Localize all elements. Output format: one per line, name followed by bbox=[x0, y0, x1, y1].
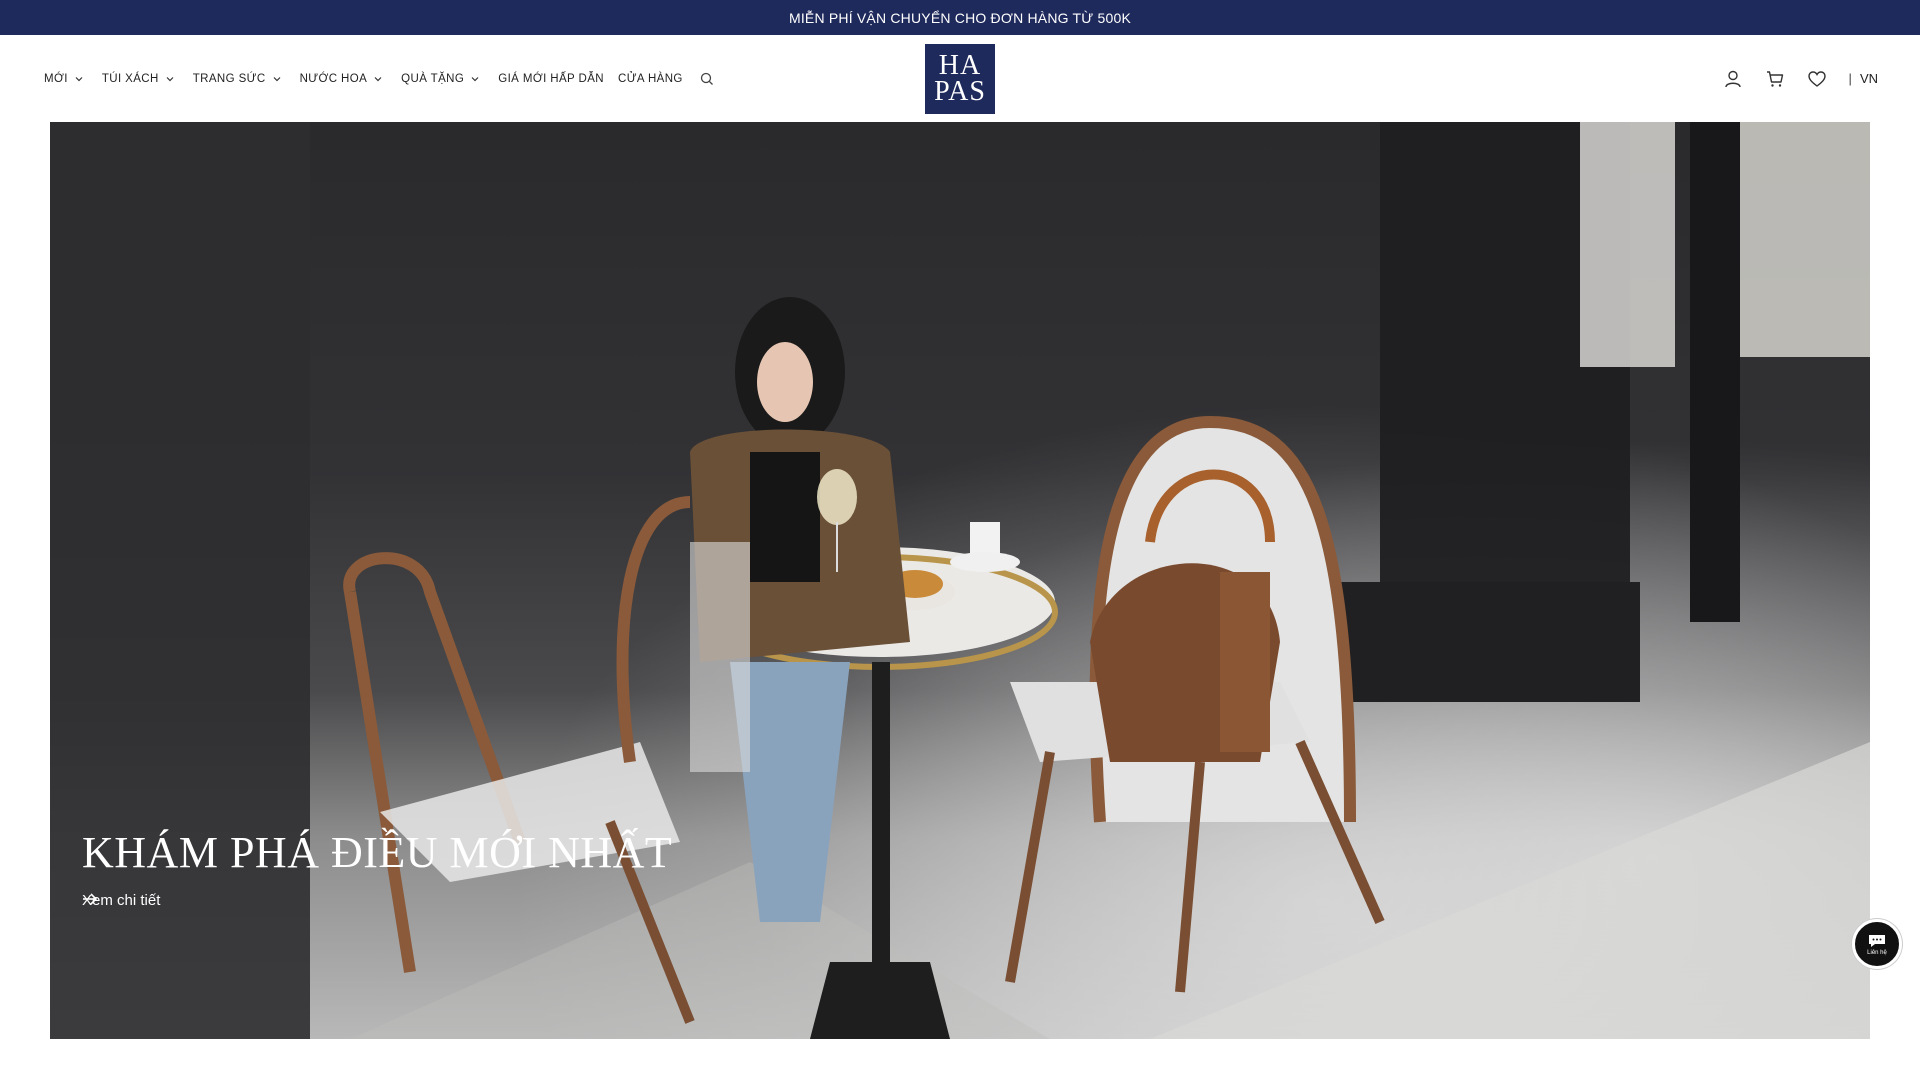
chevron-down-icon bbox=[273, 76, 280, 81]
promo-bar: MIỄN PHÍ VẬN CHUYỂN CHO ĐƠN HÀNG TỪ 500K bbox=[0, 0, 1920, 35]
nav-item-nuoc-hoa[interactable]: NƯỚC HOA bbox=[300, 73, 384, 85]
chat-icon bbox=[1869, 934, 1885, 947]
search-icon[interactable] bbox=[699, 71, 715, 87]
logo-line-2: PAS bbox=[934, 76, 986, 107]
chevron-down-icon bbox=[471, 76, 479, 81]
promo-text: MIỄN PHÍ VẬN CHUYỂN CHO ĐƠN HÀNG TỪ 500K bbox=[788, 9, 1132, 26]
hero-title: KHÁM PHÁ ĐIỀU MỚI NHẤT bbox=[82, 828, 673, 877]
language-switcher[interactable]: | VN bbox=[1849, 71, 1878, 86]
hero-see-details-link[interactable]: Xem chi tiết bbox=[82, 892, 160, 909]
nav-item-label: QUÀ TẶNG bbox=[401, 72, 465, 85]
language-label: VN bbox=[1859, 71, 1878, 86]
chevron-down-icon bbox=[75, 76, 83, 81]
language-separator: | bbox=[1848, 71, 1852, 86]
user-icon[interactable] bbox=[1723, 69, 1743, 89]
nav-item-label: GIÁ MỚI HẤP DẪN bbox=[498, 72, 604, 85]
hero-banner[interactable]: KHÁM PHÁ ĐIỀU MỚI NHẤT Xem chi tiết bbox=[50, 122, 1870, 1039]
heart-icon[interactable] bbox=[1807, 69, 1827, 89]
chat-label: Liên hệ bbox=[1867, 949, 1887, 956]
main-nav: MỚI TÚI XÁCH TRANG SỨC NƯỚC HOA QUÀ TẶNG… bbox=[44, 35, 715, 122]
nav-item-label: TÚI XÁCH bbox=[101, 72, 159, 85]
nav-item-label: TRANG SỨC bbox=[192, 72, 266, 85]
nav-item-qua-tang[interactable]: QUÀ TẶNG bbox=[401, 73, 480, 85]
nav-item-tui-xach[interactable]: TÚI XÁCH bbox=[102, 73, 175, 85]
nav-item-label: MỚI bbox=[44, 72, 68, 85]
nav-item-trang-suc[interactable]: TRANG SỨC bbox=[193, 73, 282, 85]
site-header: MỚI TÚI XÁCH TRANG SỨC NƯỚC HOA QUÀ TẶNG… bbox=[0, 35, 1920, 122]
nav-item-moi[interactable]: MỚI bbox=[44, 73, 84, 85]
chat-contact-button[interactable]: Liên hệ bbox=[1852, 919, 1902, 969]
brand-logo[interactable]: HA PAS bbox=[925, 44, 995, 114]
nav-item-cua-hang[interactable]: CỬA HÀNG bbox=[618, 73, 683, 85]
nav-item-label: NƯỚC HOA bbox=[299, 72, 368, 85]
hero-image bbox=[50, 122, 1870, 1039]
chevron-down-icon bbox=[374, 76, 382, 81]
nav-item-gia-moi[interactable]: GIÁ MỚI HẤP DẪN bbox=[498, 73, 604, 85]
header-actions: | VN bbox=[1723, 35, 1878, 122]
nav-item-label: CỬA HÀNG bbox=[617, 72, 683, 85]
chevron-down-icon bbox=[166, 76, 174, 81]
arrow-right-icon bbox=[83, 893, 98, 905]
cart-icon[interactable] bbox=[1765, 69, 1785, 89]
